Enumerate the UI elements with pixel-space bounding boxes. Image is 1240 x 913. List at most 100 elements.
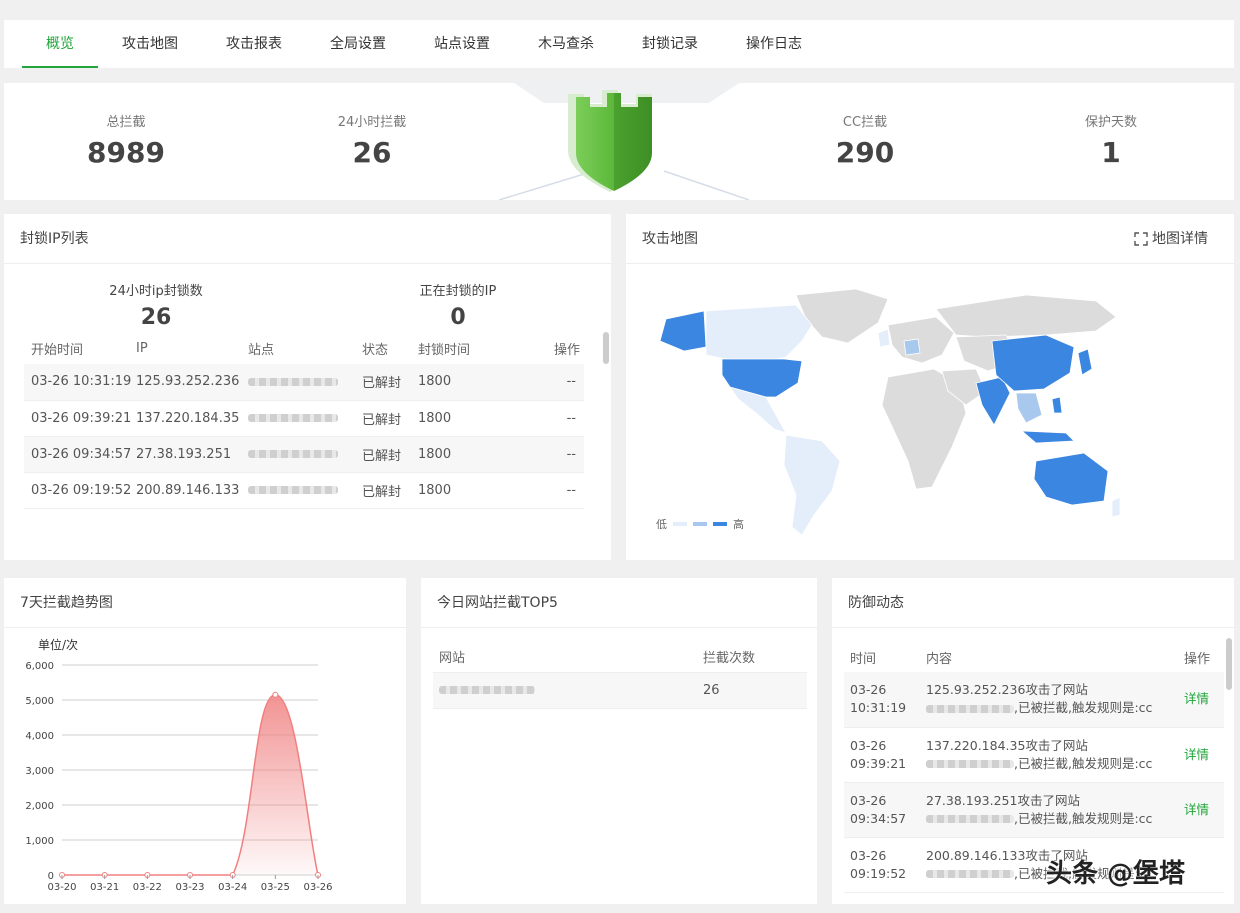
y-tick-label: 6,000 xyxy=(25,661,54,672)
legend-high: 高 xyxy=(733,518,744,531)
ip-blocking-label: 正在封锁的IP xyxy=(419,284,497,299)
map-region-alaska[interactable] xyxy=(659,310,707,352)
map-region-russia[interactable] xyxy=(935,294,1117,338)
redacted-site xyxy=(248,450,338,458)
row-content: 137.220.184.35攻击了网站 ,已被拦截,触发规则是:cc xyxy=(920,727,1178,783)
map-detail-label: 地图详情 xyxy=(1152,231,1208,247)
map-region-australia[interactable] xyxy=(1033,452,1109,506)
map-region-indonesia[interactable] xyxy=(1020,430,1075,444)
row-status: 已解封 xyxy=(362,412,402,428)
tab-attack-map[interactable]: 攻击地图 xyxy=(98,20,202,68)
row-time: 09:39:21 xyxy=(850,755,907,771)
detail-link[interactable]: 详情 xyxy=(1178,727,1224,783)
top5-title: 今日网站拦截TOP5 xyxy=(421,578,817,628)
row-datetime: 03-26 10:31:19 xyxy=(844,672,920,728)
y-tick-label: 2,000 xyxy=(25,801,54,812)
data-point xyxy=(272,691,279,698)
map-region-new-zealand[interactable] xyxy=(1111,496,1121,518)
row-site xyxy=(248,436,362,472)
row-time: 03-26 10:31:19 xyxy=(31,374,132,390)
legend-low: 低 xyxy=(656,518,667,531)
row-duration: 1800 xyxy=(418,446,452,462)
tab-site-settings[interactable]: 站点设置 xyxy=(410,20,514,68)
map-region-philippines[interactable] xyxy=(1051,396,1063,414)
top5-table: 网站 拦截次数 26 xyxy=(433,642,807,709)
row-time: 09:34:57 xyxy=(850,810,907,826)
tab-overview[interactable]: 概览 xyxy=(22,20,98,68)
col-site: 站点 xyxy=(248,342,275,358)
top5-panel: 今日网站拦截TOP5 网站 拦截次数 26 xyxy=(421,578,817,904)
blocked-ip-panel: 封锁IP列表 24小时ip封锁数 26 正在封锁的IP 0 开始时间 IP 站点… xyxy=(4,214,611,560)
stat-total-value: 8989 xyxy=(87,136,165,169)
row-website xyxy=(433,671,697,709)
stat-cc: CC拦截 290 xyxy=(765,111,965,169)
col-status: 状态 xyxy=(362,342,389,358)
detail-link[interactable]: 详情 xyxy=(1178,782,1224,838)
row-site xyxy=(248,472,362,508)
ip-count-24h: 24小时ip封锁数 26 xyxy=(26,280,286,330)
tab-block-records[interactable]: 封锁记录 xyxy=(618,20,722,68)
table-row: 03-26 09:34:57 27.38.193.251攻击了网站 ,已被拦截,触发… xyxy=(844,782,1224,838)
shield-icon xyxy=(568,90,652,192)
row-time: 03-26 09:39:21 xyxy=(31,410,132,426)
map-region-southeast-asia[interactable] xyxy=(1015,392,1043,424)
y-tick-label: 4,000 xyxy=(25,731,54,742)
row-rule: ,已被拦截,触发规则是:cc xyxy=(1014,755,1153,771)
x-tick-label: 03-26 xyxy=(303,882,332,893)
row-site xyxy=(248,364,362,400)
map-region-china[interactable] xyxy=(991,334,1075,392)
row-duration: 1800 xyxy=(418,482,452,498)
row-content-line2: ,已被拦截,触发规则是:cc xyxy=(926,810,1178,828)
redacted-site xyxy=(439,686,535,694)
ip-count-24h-value: 26 xyxy=(140,305,172,330)
row-time: 09:19:52 xyxy=(850,865,907,881)
row-duration: 1800 xyxy=(418,374,452,390)
map-region-germany-netherlands[interactable] xyxy=(903,338,921,356)
stat-days-value: 1 xyxy=(1101,136,1121,169)
defense-title: 防御动态 xyxy=(832,578,1234,628)
col-time: 时间 xyxy=(850,651,877,667)
row-duration: 1800 xyxy=(418,410,452,426)
legend-swatch-low xyxy=(673,522,687,526)
col-op: 操作 xyxy=(1184,651,1211,667)
nav-tabs: 概览 攻击地图 攻击报表 全局设置 站点设置 木马查杀 封锁记录 操作日志 xyxy=(4,20,1234,68)
map-region-south-america[interactable] xyxy=(783,434,841,536)
ip-table-scrollbar[interactable] xyxy=(603,332,609,364)
y-tick-label: 5,000 xyxy=(25,696,54,707)
row-content-line2: ,已被拦截,触发规则是:cc xyxy=(926,755,1178,773)
row-content: 27.38.193.251攻击了网站 ,已被拦截,触发规则是:cc xyxy=(920,782,1178,838)
row-op: -- xyxy=(566,446,576,462)
row-time: 03-26 09:34:57 xyxy=(31,446,132,462)
map-region-india[interactable] xyxy=(975,376,1011,426)
defense-scrollbar[interactable] xyxy=(1226,638,1232,690)
row-content-line2: ,已被拦截,触发规则是:cc xyxy=(926,699,1178,717)
tab-operation-log[interactable]: 操作日志 xyxy=(722,20,826,68)
col-block-time: 封锁时间 xyxy=(418,342,471,358)
row-content-line1: 125.93.252.236攻击了网站 xyxy=(926,682,1088,698)
redacted-site xyxy=(926,815,1014,823)
table-row: 26 xyxy=(433,671,807,709)
row-ip: 125.93.252.236 xyxy=(136,374,240,390)
tab-global-settings[interactable]: 全局设置 xyxy=(306,20,410,68)
map-region-uk[interactable] xyxy=(877,328,891,348)
redacted-site xyxy=(926,870,1014,878)
stat-24h-label: 24小时拦截 xyxy=(337,115,407,130)
map-region-canada[interactable] xyxy=(705,304,813,362)
map-region-greenland[interactable] xyxy=(795,288,889,344)
tab-attack-report[interactable]: 攻击报表 xyxy=(202,20,306,68)
redacted-site xyxy=(248,414,338,422)
row-op: -- xyxy=(566,374,576,390)
row-status: 已解封 xyxy=(362,376,402,392)
row-status: 已解封 xyxy=(362,484,402,500)
tab-trojan-scan[interactable]: 木马查杀 xyxy=(514,20,618,68)
map-region-europe[interactable] xyxy=(887,316,955,364)
col-start-time: 开始时间 xyxy=(31,342,84,358)
detail-link[interactable]: 详情 xyxy=(1178,672,1224,728)
row-site xyxy=(248,400,362,436)
col-block-count: 拦截次数 xyxy=(703,651,756,667)
stat-total-label: 总拦截 xyxy=(106,115,146,130)
y-tick-label: 3,000 xyxy=(25,766,54,777)
series-area xyxy=(62,694,318,875)
map-region-japan[interactable] xyxy=(1077,348,1093,376)
map-detail-link[interactable]: 地图详情 xyxy=(1134,214,1208,264)
